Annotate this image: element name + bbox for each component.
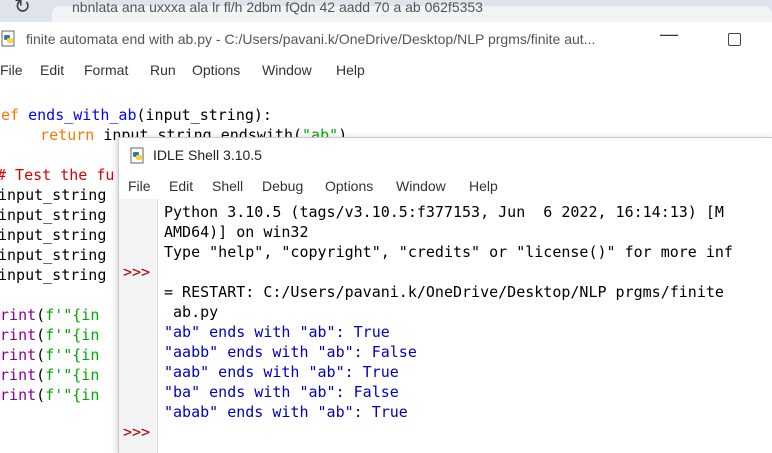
shell-restart-line: = RESTART: C:/Users/pavani.k/OneDrive/De…: [164, 283, 724, 301]
browser-tab-strip: ↻ nbnlata ana uxxxa ala lr fl/h 2dbm fQd…: [0, 0, 772, 22]
editor-menubar: File Edit Format Run Options Window Help: [0, 58, 772, 82]
code-builtin: print: [0, 386, 37, 404]
menu-run[interactable]: Run: [150, 62, 176, 78]
code-text: (: [36, 366, 46, 384]
code-string: f'"{in: [45, 306, 100, 324]
code-keyword: def: [0, 106, 20, 124]
code-line: def ends_with_ab(input_string):: [0, 105, 272, 125]
code-text: (input_string):: [136, 106, 272, 124]
code-line: input_string: [0, 186, 107, 204]
minimize-icon[interactable]: —: [660, 24, 678, 45]
code-builtin: print: [0, 366, 37, 384]
code-line: input_string: [0, 266, 107, 284]
code-line: input_string: [0, 226, 107, 244]
shell-title: IDLE Shell 3.10.5: [153, 147, 262, 163]
code-line: print(f'"{in: [0, 325, 99, 345]
shell-menu-options[interactable]: Options: [325, 178, 373, 194]
shell-window: IDLE Shell 3.10.5 File Edit Shell Debug …: [118, 137, 772, 453]
shell-output-line: "abab" ends with "ab": True: [164, 403, 408, 421]
code-string: f'"{in: [45, 366, 100, 384]
code-line: input_string: [0, 246, 107, 264]
menu-options[interactable]: Options: [192, 62, 240, 78]
menu-file[interactable]: File: [0, 62, 23, 78]
python-shell-icon: [130, 147, 144, 164]
code-line: print(f'"{in: [0, 305, 99, 325]
code-function-name: ends_with_ab: [28, 106, 137, 124]
shell-banner-line: AMD64)] on win32: [164, 223, 309, 241]
shell-menu-edit[interactable]: Edit: [169, 178, 193, 194]
code-text: (: [36, 306, 46, 324]
shell-banner-line: Type "help", "copyright", "credits" or "…: [164, 243, 733, 261]
code-builtin: print: [0, 306, 37, 324]
code-line: print(f'"{in: [0, 385, 99, 405]
shell-prompt: >>>: [123, 263, 151, 281]
shell-menubar: File Edit Shell Debug Options Window Hel…: [119, 176, 772, 198]
code-text: (: [36, 346, 46, 364]
menu-window[interactable]: Window: [262, 62, 312, 78]
code-string: f'"{in: [45, 326, 100, 344]
shell-output-line: "ba" ends with "ab": False: [164, 383, 399, 401]
python-file-icon: [1, 30, 15, 47]
maximize-icon[interactable]: [728, 33, 741, 46]
prompt-gutter: >>> >>>: [119, 199, 158, 453]
code-comment: # Test the fu: [0, 166, 115, 184]
shell-output-line: "aab" ends with "ab": True: [164, 363, 399, 381]
menu-format[interactable]: Format: [84, 62, 128, 78]
shell-menu-window[interactable]: Window: [396, 178, 446, 194]
shell-prompt: >>>: [123, 423, 151, 441]
code-builtin: print: [0, 346, 37, 364]
code-text: (: [36, 326, 46, 344]
shell-restart-line: ab.py: [164, 303, 219, 321]
shell-output-line: "aabb" ends with "ab": False: [164, 343, 417, 361]
code-keyword: return: [40, 126, 95, 144]
browser-tab-text: nbnlata ana uxxxa ala lr fl/h 2dbm fQdn …: [72, 0, 483, 15]
code-line: print(f'"{in: [0, 345, 99, 365]
shell-menu-debug[interactable]: Debug: [262, 178, 303, 194]
code-string: f'"{in: [45, 386, 100, 404]
browser-tab[interactable]: nbnlata ana uxxxa ala lr fl/h 2dbm fQdn …: [52, 0, 772, 22]
menu-help[interactable]: Help: [336, 62, 365, 78]
reload-icon[interactable]: ↻: [14, 0, 31, 19]
code-line: print(f'"{in: [0, 365, 99, 385]
code-text: (: [36, 386, 46, 404]
editor-title: finite automata end with ab.py - C:/User…: [26, 31, 596, 47]
shell-output-line: "ab" ends with "ab": True: [164, 323, 390, 341]
code-string: f'"{in: [45, 346, 100, 364]
shell-titlebar[interactable]: IDLE Shell 3.10.5: [119, 138, 772, 172]
code-line: input_string: [0, 206, 107, 224]
shell-menu-file[interactable]: File: [128, 178, 151, 194]
menu-edit[interactable]: Edit: [40, 62, 64, 78]
shell-menu-help[interactable]: Help: [469, 178, 498, 194]
shell-banner-line: Python 3.10.5 (tags/v3.10.5:f377153, Jun…: [164, 203, 724, 221]
editor-titlebar[interactable]: finite automata end with ab.py - C:/User…: [0, 22, 772, 59]
code-builtin: print: [0, 326, 37, 344]
shell-menu-shell[interactable]: Shell: [212, 178, 243, 194]
